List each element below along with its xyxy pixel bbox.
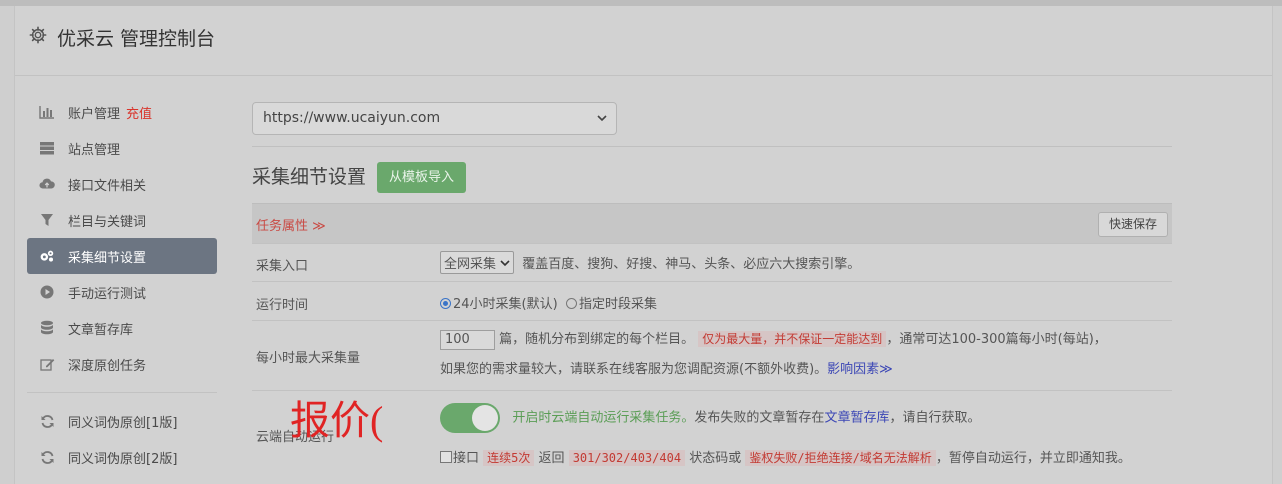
warn-status-codes: 301/302/403/404 — [568, 450, 686, 466]
database-icon — [39, 320, 55, 336]
max-per-hour-text: 篇，随机分布到绑定的每个栏目。 — [499, 332, 695, 347]
table-row: 采集入口 全网采集 覆盖百度、搜狗、好搜、神马、头条、必应六大搜索引擎。 — [252, 243, 1172, 281]
pause-text-return: 返回 — [538, 451, 565, 466]
recharge-link[interactable]: 充值 — [126, 103, 152, 122]
cloud-auto-text2: ，请自行获取。 — [889, 410, 981, 426]
max-per-hour-text2: ，通常可达100-300篇每小时(每站)， — [886, 332, 1107, 347]
pause-checkbox-label: 接口 — [453, 451, 480, 466]
radio-scheduled-label: 指定时段采集 — [578, 297, 657, 312]
sidebar-item-label: 同义词伪原创[1版] — [68, 415, 178, 431]
quick-save-button[interactable]: 快速保存 — [1097, 212, 1168, 237]
collect-entry-select-value: 全网采集 — [444, 257, 497, 272]
play-circle-icon — [39, 284, 55, 300]
factors-link[interactable]: 影响因素≫ — [827, 362, 893, 377]
sidebar-item-collect-settings[interactable]: 采集细节设置 — [27, 238, 217, 274]
chevron-down-icon — [500, 260, 510, 267]
table-row: 运行时间 24小时采集(默认) 指定时段采集 — [252, 281, 1172, 320]
max-warning: 仅为最大量，并不保证一定能达到 — [698, 331, 887, 347]
row-value: 24小时采集(默认) 指定时段采集 — [440, 293, 657, 312]
table-row: 每小时最大采集量 100 篇，随机分布到绑定的每个栏目。 仅为最大量，并不保证一… — [252, 320, 1172, 390]
bar-chart-icon — [39, 104, 55, 120]
import-from-template-button[interactable]: 从模板导入 — [377, 162, 467, 193]
filter-icon — [39, 212, 55, 228]
radio-24h[interactable] — [440, 298, 451, 309]
section-title: 采集细节设置 — [252, 166, 367, 188]
site-select-value: https://www.ucaiyun.com — [263, 110, 441, 126]
settings-table: 任务属性 ≫ 快速保存 采集入口 全网采集 覆盖百度、搜狗、好搜、神马、头条、必… — [252, 203, 1172, 480]
refresh-icon — [39, 449, 55, 465]
divider — [252, 146, 1172, 147]
sidebar: 账户管理 充值 站点管理 接口文件相关 栏目与关键词 采集细节设置 手动运行测试 — [27, 94, 217, 475]
table-header: 任务属性 ≫ 快速保存 — [252, 203, 1172, 243]
warn-auth-failure: 鉴权失败/拒绝连接/域名无法解析 — [745, 450, 936, 466]
pause-text-status: 状态码或 — [689, 451, 742, 466]
sidebar-item-sites[interactable]: 站点管理 — [27, 130, 217, 166]
page-title: 优采云 管理控制台 — [57, 28, 216, 50]
sidebar-item-label: 采集细节设置 — [68, 250, 147, 266]
max-per-hour-text3: 如果您的需求量较大，请联系在线客服为您调配资源(不额外收费)。 — [440, 362, 828, 377]
sidebar-item-interface[interactable]: 接口文件相关 — [27, 166, 217, 202]
collect-entry-desc: 覆盖百度、搜狗、好搜、神马、头条、必应六大搜索引擎。 — [522, 257, 861, 272]
edit-icon — [39, 356, 55, 372]
article-store-link[interactable]: 文章暂存库 — [824, 411, 889, 426]
site-select[interactable]: https://www.ucaiyun.com — [252, 102, 617, 135]
sidebar-item-label: 站点管理 — [68, 142, 121, 158]
row-label: 每小时最大采集量 — [256, 351, 361, 366]
cloud-auto-enabled-text: 开启时云端自动运行采集任务。 — [512, 410, 695, 426]
sidebar-divider — [27, 392, 217, 393]
server-icon — [39, 140, 55, 156]
row-value: 开启时云端自动运行采集任务。发布失败的文章暂存在文章暂存库，请自行获取。 接口 … — [440, 403, 1170, 466]
sidebar-item-label: 接口文件相关 — [68, 178, 147, 194]
sidebar-item-manual-run[interactable]: 手动运行测试 — [27, 274, 217, 310]
refresh-icon — [39, 413, 55, 429]
toggle-knob — [472, 405, 498, 431]
chevron-down-icon — [596, 112, 608, 128]
cloud-upload-icon — [39, 176, 55, 192]
row-value: 全网采集 覆盖百度、搜狗、好搜、神马、头条、必应六大搜索引擎。 — [440, 251, 860, 274]
sidebar-item-label: 深度原创任务 — [68, 358, 147, 374]
gears-icon — [39, 248, 55, 264]
page-header: 优采云 管理控制台 — [15, 6, 1272, 76]
row-label: 采集入口 — [256, 259, 309, 274]
table-row: 云端自动运行 开启时云端自动运行采集任务。发布失败的文章暂存在文章暂存库，请自行… — [252, 390, 1172, 480]
max-per-hour-input[interactable]: 100 — [440, 329, 495, 350]
row-value: 100 篇，随机分布到绑定的每个栏目。 仅为最大量，并不保证一定能达到 ，通常可达… — [440, 324, 1170, 385]
radio-24h-label: 24小时采集(默认) — [453, 297, 558, 312]
gear-icon — [29, 26, 47, 44]
sidebar-item-synonym-v2[interactable]: 同义词伪原创[2版] — [27, 439, 217, 475]
sidebar-item-columns[interactable]: 栏目与关键词 — [27, 202, 217, 238]
pause-checkbox[interactable] — [440, 451, 452, 463]
sidebar-item-label: 栏目与关键词 — [68, 214, 147, 230]
pause-condition: 接口 连续5次 返回 301/302/403/404 状态码或 鉴权失败/拒绝连… — [440, 447, 1170, 466]
warn-consecutive: 连续5次 — [483, 450, 535, 466]
sidebar-item-label: 手动运行测试 — [68, 286, 147, 302]
sidebar-item-label: 同义词伪原创[2版] — [68, 451, 178, 467]
sidebar-item-account[interactable]: 账户管理 充值 — [27, 94, 217, 130]
row-label: 运行时间 — [256, 298, 309, 313]
task-attributes-toggle[interactable]: 任务属性 ≫ — [256, 215, 326, 234]
price-overlay-text: 报价( — [290, 398, 384, 443]
sidebar-item-label: 文章暂存库 — [68, 322, 134, 338]
pause-text-notify: ，暂停自动运行，并立即通知我。 — [935, 451, 1131, 466]
radio-scheduled[interactable] — [565, 298, 577, 309]
sidebar-item-article-store[interactable]: 文章暂存库 — [27, 310, 217, 346]
sidebar-item-synonym-v1[interactable]: 同义词伪原创[1版] — [27, 403, 217, 439]
sidebar-item-label: 账户管理 — [68, 106, 121, 122]
collect-entry-select[interactable]: 全网采集 — [440, 251, 515, 274]
cloud-auto-text1: 发布失败的文章暂存在 — [694, 410, 825, 426]
sidebar-item-deep-original[interactable]: 深度原创任务 — [27, 346, 217, 382]
cloud-auto-toggle[interactable] — [440, 403, 500, 433]
